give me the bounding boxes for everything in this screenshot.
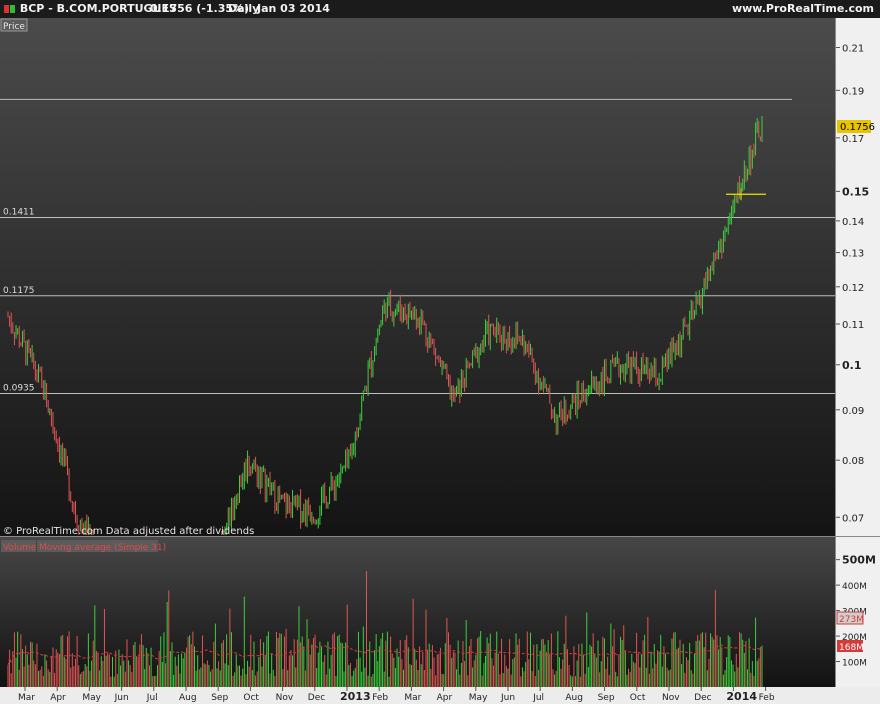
price-panel-bg bbox=[0, 18, 835, 536]
price-tick-label: 0.07 bbox=[842, 513, 864, 524]
volume-panel-label: Volume bbox=[3, 543, 37, 553]
price-tick-label: 0.12 bbox=[842, 283, 864, 294]
price-tick-label: 0.1 bbox=[842, 359, 862, 372]
time-tick-label: Apr bbox=[50, 693, 66, 703]
time-tick-label: Nov bbox=[276, 693, 294, 703]
chart-canvas[interactable]: 0.14110.11750.0935 0.210.190.170.150.140… bbox=[0, 18, 880, 704]
time-tick-label: Feb bbox=[759, 693, 775, 703]
time-tick-label: Mar bbox=[18, 693, 35, 703]
horizontal-line-label: 0.1411 bbox=[3, 208, 35, 218]
price-tick-label: 0.21 bbox=[842, 44, 864, 55]
time-tick-label: Jul bbox=[532, 693, 544, 703]
price-tick-label: 0.08 bbox=[842, 456, 864, 467]
time-tick-label: Aug bbox=[565, 693, 583, 703]
time-tick-label: Jun bbox=[114, 693, 129, 703]
volume-panel-bg bbox=[0, 537, 835, 687]
time-tick-label: Mar bbox=[404, 693, 421, 703]
time-tick-label: Dec bbox=[308, 693, 325, 703]
time-tick-label: Feb bbox=[372, 693, 388, 703]
price-tick-label: 0.09 bbox=[842, 406, 864, 417]
time-tick-label: 2013 bbox=[340, 690, 371, 703]
horizontal-line-label: 0.1175 bbox=[3, 286, 35, 296]
volume-tick-label: 100M bbox=[842, 659, 867, 669]
time-tick-label: Sep bbox=[211, 693, 228, 703]
price-tick-label: 0.19 bbox=[842, 86, 864, 97]
volume-tick-label: 500M bbox=[842, 554, 876, 567]
time-tick-label: Sep bbox=[598, 693, 615, 703]
price-tick-label: 0.14 bbox=[842, 217, 864, 228]
price-tick-label: 0.15 bbox=[842, 185, 869, 198]
price-tick-label: 0.17 bbox=[842, 134, 864, 145]
time-tick-label: May bbox=[82, 693, 101, 703]
time-tick-label: Apr bbox=[437, 693, 453, 703]
time-tick-label: Jun bbox=[500, 693, 515, 703]
price-tick-label: 0.13 bbox=[842, 249, 864, 260]
price-panel-label: Price bbox=[3, 22, 25, 32]
time-tick-label: Nov bbox=[662, 693, 680, 703]
period-label: Daily bbox=[228, 2, 260, 15]
site-link[interactable]: www.ProRealTime.com bbox=[732, 0, 874, 18]
time-tick-label: Aug bbox=[179, 693, 197, 703]
red-square-icon bbox=[4, 5, 9, 13]
time-tick-label: Oct bbox=[630, 693, 646, 703]
time-tick-label: Jul bbox=[146, 693, 158, 703]
copyright-note: © ProRealTime.com Data adjusted after di… bbox=[3, 526, 254, 537]
time-tick-label: 2014 bbox=[726, 690, 757, 703]
volume-tick-label: 400M bbox=[842, 582, 867, 592]
time-tick-label: Oct bbox=[243, 693, 259, 703]
volume-last-text: 273M bbox=[839, 615, 864, 625]
time-tick-label: Dec bbox=[694, 693, 711, 703]
time-tick-label: May bbox=[469, 693, 488, 703]
green-square-icon bbox=[10, 5, 15, 13]
chart-window: BCP - B.COM.PORTUGUES 0.1756 (-1.35%) Da… bbox=[0, 0, 880, 704]
quote-date: Jan 03 2014 bbox=[257, 2, 330, 15]
horizontal-line-label: 0.0935 bbox=[3, 383, 35, 393]
ma-panel-label: Moving average (Simple 31) bbox=[39, 543, 166, 553]
price-tick-label: 0.11 bbox=[842, 320, 864, 331]
title-bar: BCP - B.COM.PORTUGUES 0.1756 (-1.35%) Da… bbox=[0, 0, 880, 18]
last-price-text: 0.1756 bbox=[840, 122, 875, 133]
ma-last-text: 168M bbox=[839, 643, 864, 653]
